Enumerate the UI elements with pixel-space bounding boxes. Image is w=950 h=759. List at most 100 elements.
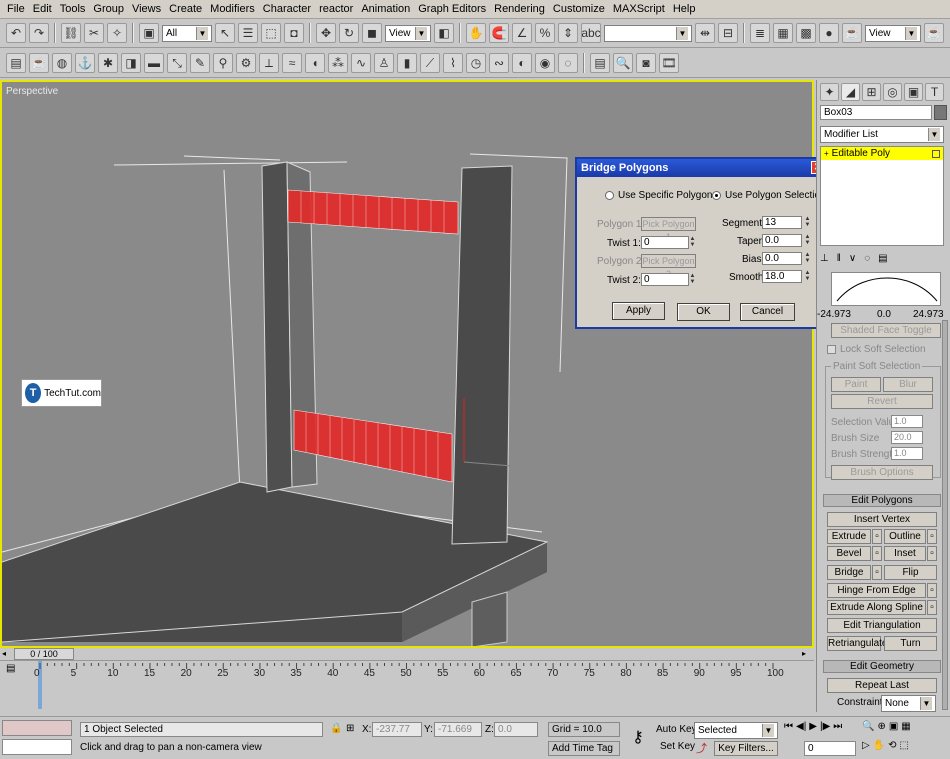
set-key-button[interactable]: Set Key [660,741,695,752]
manipulate-icon[interactable]: ✋ [466,23,486,43]
flip-button[interactable]: Flip [884,565,937,580]
next-frame-icon[interactable]: |▶ [820,721,830,732]
menu-edit[interactable]: Edit [29,3,56,15]
inset-settings-icon[interactable]: ▫ [927,546,937,561]
helper-icon[interactable]: ▬ [144,53,164,73]
radio-polygon-selection[interactable]: Use Polygon Selection [712,190,826,201]
spring-icon[interactable]: ∾ [489,53,509,73]
arc-rotate-icon[interactable]: ⟲ [888,740,896,751]
sphere-icon[interactable]: ◍ [52,53,72,73]
lock-selection-icon[interactable]: 🔒 [330,723,342,734]
apply-button[interactable]: Apply [612,302,665,320]
bevel-button[interactable]: Bevel [827,546,871,561]
modifier-list-dropdown[interactable]: Modifier List ▼ [820,126,944,143]
bone-icon[interactable]: ⟋ [420,53,440,73]
key-curve-icon[interactable]: ⤴ [696,740,707,756]
previous-frame-icon[interactable]: ◀| [796,721,806,732]
named-selection-set-dropdown[interactable]: ▼ [604,24,692,42]
add-time-tag-button[interactable]: Add Time Tag [548,741,620,756]
objects-tab-icon[interactable]: ▤ [6,53,26,73]
bridge-button[interactable]: Bridge [827,565,871,580]
reference-coord-dropdown[interactable]: View ▼ [385,24,431,42]
go-to-start-icon[interactable]: ⏮ [784,721,793,732]
segments-field[interactable]: 13 [762,216,802,229]
play-icon[interactable]: ▶ [809,721,817,732]
inset-button[interactable]: Inset [884,546,926,561]
schematic-view-icon[interactable]: ▩ [796,23,816,43]
teapot-icon[interactable]: ☕ [29,53,49,73]
stack-toggle-icon[interactable] [932,149,940,158]
motion-tab-icon[interactable]: ◎ [883,83,902,101]
menu-group[interactable]: Group [89,3,128,15]
key-filters-button[interactable]: Key Filters... [714,741,778,756]
z-coordinate-field[interactable]: 0.0 [494,722,538,737]
percent-snap-icon[interactable]: % [535,23,555,43]
brush-options-button[interactable]: Brush Options [831,465,933,480]
material-editor-icon[interactable]: ● [819,23,839,43]
time-next-icon[interactable]: ▸ [802,648,812,660]
extrude-settings-icon[interactable]: ▫ [872,529,882,544]
spinner-snap-icon[interactable]: ⇕ [558,23,578,43]
shaded-face-toggle-button[interactable]: Shaded Face Toggle [831,323,941,338]
extrude-along-spline-button[interactable]: Extrude Along Spline [827,600,926,615]
taper-spinner[interactable]: ▲ ▼ [804,234,811,247]
twist1-spinner[interactable]: ▲ ▼ [689,236,696,249]
pick-polygon1-button[interactable]: Pick Polygon 1 [641,217,696,242]
outline-settings-icon[interactable]: ▫ [927,529,937,544]
ok-button[interactable]: OK [677,303,730,321]
preview-icon[interactable]: 🔍 [613,53,633,73]
menu-help[interactable]: Help [669,3,700,15]
cloth-icon[interactable]: ◉ [535,53,555,73]
stack-item-editable-poly[interactable]: + Editable Poly [821,147,943,160]
menu-tools[interactable]: Tools [56,3,90,15]
time-prev-icon[interactable]: ◂ [2,648,12,660]
command-panel-scrollbar[interactable] [942,320,948,710]
tape-icon[interactable]: ⤡ [167,53,187,73]
extrude-button[interactable]: Extrude [827,529,871,544]
brush-strength-field[interactable]: 1.0 [891,447,923,460]
smooth-field[interactable]: 18.0 [762,270,802,283]
wind-icon[interactable]: ≈ [282,53,302,73]
go-to-end-icon[interactable]: ⏭ [833,721,842,732]
select-by-name-icon[interactable]: ☰ [238,23,258,43]
bind-space-warp-icon[interactable]: ✧ [107,23,127,43]
rect-selection-icon[interactable]: ⬚ [261,23,281,43]
curve-editor-icon[interactable]: ▦ [773,23,793,43]
blur-button[interactable]: Blur [883,377,933,392]
menu-graph-editors[interactable]: Graph Editors [414,3,490,15]
edit-triangulation-button[interactable]: Edit Triangulation [827,618,937,633]
mirror-icon[interactable]: ⇹ [695,23,715,43]
pencil-icon[interactable]: ✎ [190,53,210,73]
zoom-extents-all-icon[interactable]: ▦ [901,721,910,732]
taper-field[interactable]: 0.0 [762,234,802,247]
particle-icon[interactable]: ⁂ [328,53,348,73]
object-name-field[interactable]: Box03 [820,105,932,120]
named-selection-icon[interactable]: abc [581,23,601,43]
revert-button[interactable]: Revert [831,394,933,409]
menu-animation[interactable]: Animation [357,3,414,15]
twist2-spinner[interactable]: ▲ ▼ [689,273,696,286]
render-type-dropdown[interactable]: View ▼ [865,24,921,42]
redo-icon[interactable]: ↷ [29,23,49,43]
maxscript-input[interactable] [2,739,72,755]
brush-size-field[interactable]: 20.0 [891,431,923,444]
bevel-settings-icon[interactable]: ▫ [872,546,882,561]
star-icon[interactable]: ✱ [98,53,118,73]
move-icon[interactable]: ✥ [316,23,336,43]
bend-icon[interactable]: ⟂ [259,53,279,73]
zoom-icon[interactable]: 🔍 [862,721,874,732]
x-coordinate-field[interactable]: -237.77 [372,722,422,737]
twist1-field[interactable]: 0 [641,236,689,249]
gear-icon[interactable]: ⚙ [236,53,256,73]
light-icon[interactable]: ⚓ [75,53,95,73]
y-coordinate-field[interactable]: -71.669 [434,722,482,737]
edit-polygons-rollout[interactable]: Edit Polygons [823,494,941,507]
object-color-swatch[interactable] [934,105,947,120]
window-crossing-icon[interactable]: ◘ [284,23,304,43]
zoom-extents-icon[interactable]: ▣ [889,721,898,732]
pick-polygon2-button[interactable]: Pick Polygon 2 [641,254,696,279]
maxscript-listener[interactable] [2,720,72,736]
select-link-icon[interactable]: ⛓ [61,23,81,43]
render-setup-icon[interactable]: ☕ [842,23,862,43]
menu-create[interactable]: Create [165,3,206,15]
